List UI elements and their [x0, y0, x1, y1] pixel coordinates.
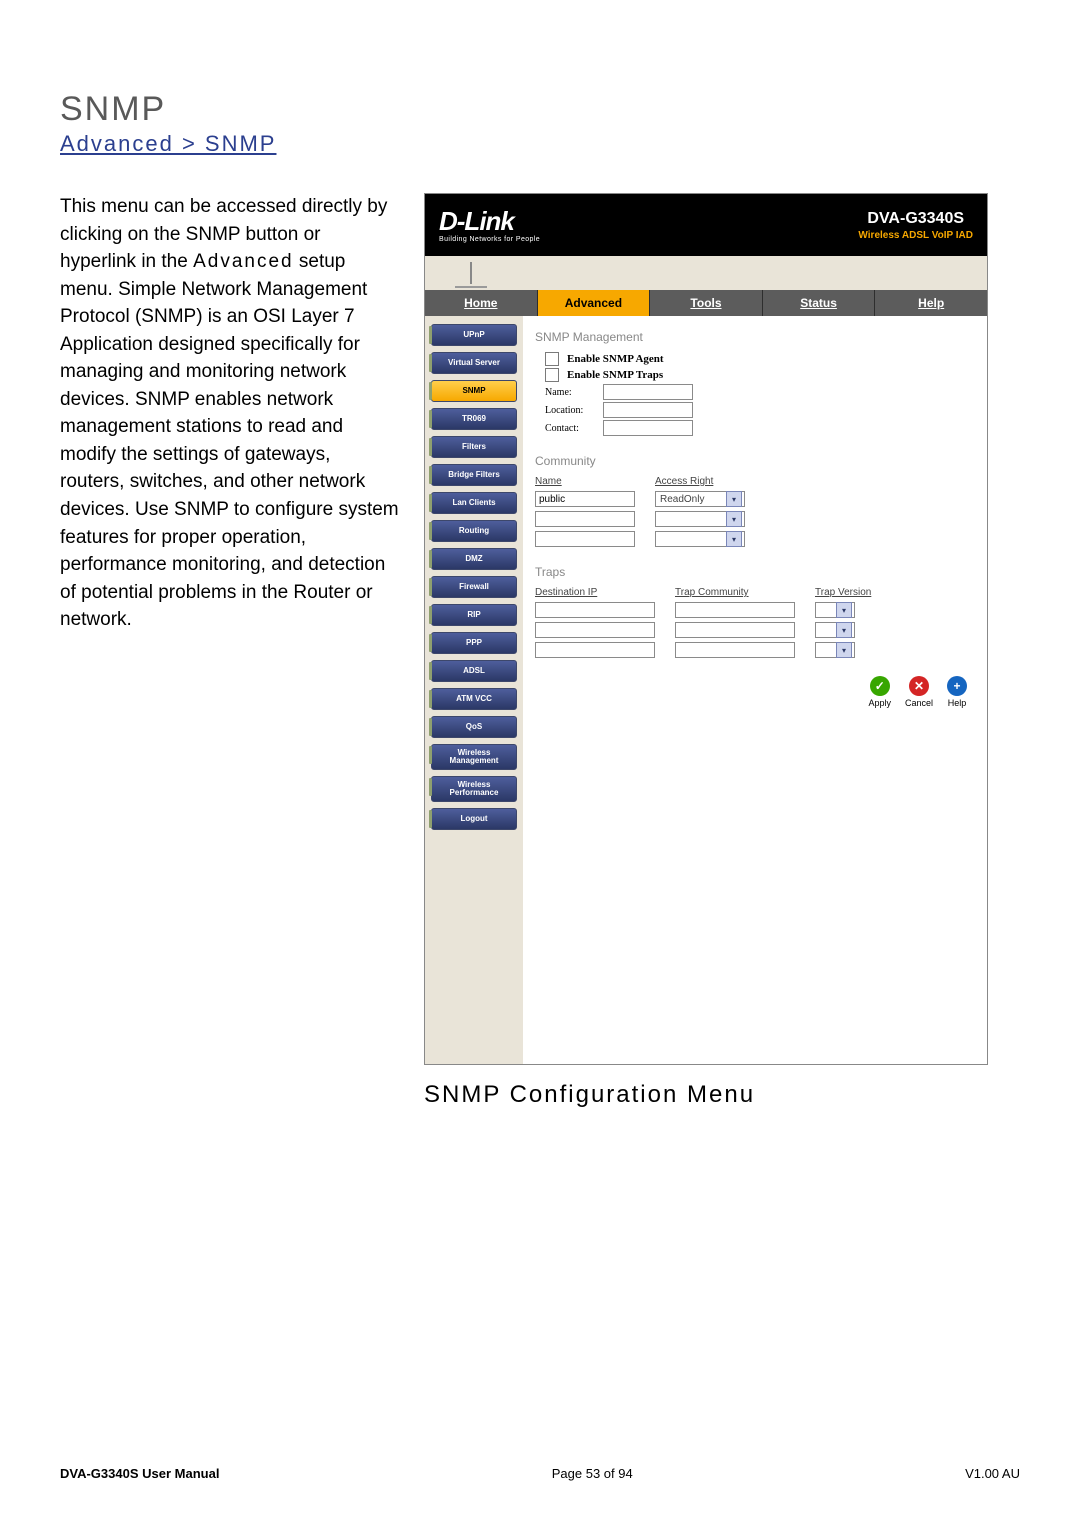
tab-help[interactable]: Help [875, 290, 987, 316]
antenna-decoration [425, 256, 987, 290]
trap-dest-0[interactable] [535, 602, 655, 618]
traps-header-dest: Destination IP [535, 587, 655, 598]
brand-tagline: Building Networks for People [439, 236, 540, 243]
section-traps: Traps [535, 565, 975, 579]
sidebar-item-bridge-filters[interactable]: Bridge Filters [431, 464, 517, 486]
community-name-2[interactable] [535, 531, 635, 547]
breadcrumb: Advanced > SNMP [60, 131, 1020, 157]
sidebar-item-atm-vcc[interactable]: ATM VCC [431, 688, 517, 710]
enable-snmp-agent-label: Enable SNMP Agent [567, 353, 664, 365]
description-text: This menu can be accessed directly by cl… [60, 193, 400, 634]
router-screenshot: D-Link Building Networks for People DVA-… [424, 193, 988, 1065]
cancel-button[interactable]: ✕ Cancel [905, 676, 933, 708]
desc-part-b: setup menu. Simple Network Management Pr… [60, 251, 399, 630]
tab-advanced[interactable]: Advanced [538, 290, 651, 316]
router-header: D-Link Building Networks for People DVA-… [425, 194, 987, 256]
trap-comm-1[interactable] [675, 622, 795, 638]
trap-ver-0[interactable]: ▾ [815, 602, 855, 618]
sidebar-item-ppp[interactable]: PPP [431, 632, 517, 654]
chevron-down-icon: ▾ [836, 622, 852, 638]
traps-header-comm: Trap Community [675, 587, 795, 598]
trap-dest-2[interactable] [535, 642, 655, 658]
chevron-down-icon: ▾ [726, 531, 742, 547]
sidebar-item-filters[interactable]: Filters [431, 436, 517, 458]
brand-name: D-Link [439, 208, 540, 234]
contact-input[interactable] [603, 420, 693, 436]
help-button[interactable]: + Help [947, 676, 967, 708]
sidebar-item-wireless-management[interactable]: Wireless Management [431, 744, 517, 770]
product-model: DVA-G3340S [858, 210, 973, 228]
help-label: Help [948, 698, 967, 708]
page-title: SNMP [60, 90, 1020, 129]
section-snmp-mgmt: SNMP Management [535, 330, 975, 344]
contact-label: Contact: [545, 423, 597, 434]
sidebar-item-tr069[interactable]: TR069 [431, 408, 517, 430]
footer-left: DVA-G3340S User Manual [60, 1466, 219, 1481]
sidebar-item-virtual-server[interactable]: Virtual Server [431, 352, 517, 374]
sidebar-item-dmz[interactable]: DMZ [431, 548, 517, 570]
footer-right: V1.00 AU [965, 1466, 1020, 1481]
community-name-1[interactable] [535, 511, 635, 527]
tab-status[interactable]: Status [763, 290, 876, 316]
sidebar-item-lan-clients[interactable]: Lan Clients [431, 492, 517, 514]
product-label: DVA-G3340S Wireless ADSL VoIP IAD [858, 210, 973, 241]
figure-caption: SNMP Configuration Menu [424, 1081, 988, 1109]
sidebar-item-rip[interactable]: RIP [431, 604, 517, 626]
location-input[interactable] [603, 402, 693, 418]
page-footer: DVA-G3340S User Manual Page 53 of 94 V1.… [60, 1466, 1020, 1481]
location-label: Location: [545, 405, 597, 416]
section-community: Community [535, 454, 975, 468]
community-header-access: Access Right [655, 476, 745, 487]
sidebar: UPnP Virtual Server SNMP TR069 Filters B… [425, 316, 523, 1064]
sidebar-item-qos[interactable]: QoS [431, 716, 517, 738]
sidebar-item-adsl[interactable]: ADSL [431, 660, 517, 682]
traps-header-ver: Trap Version [815, 587, 885, 598]
community-access-2[interactable]: ▾ [655, 531, 745, 547]
brand-logo: D-Link Building Networks for People [439, 208, 540, 243]
community-header-name: Name [535, 476, 635, 487]
tab-home[interactable]: Home [425, 290, 538, 316]
chevron-down-icon: ▾ [726, 511, 742, 527]
content-pane: SNMP Management Enable SNMP Agent Enable… [523, 316, 987, 1064]
sidebar-item-snmp[interactable]: SNMP [431, 380, 517, 402]
check-icon: ✓ [870, 676, 890, 696]
sidebar-item-upnp[interactable]: UPnP [431, 324, 517, 346]
desc-menu-word: Advanced [193, 251, 294, 272]
footer-center: Page 53 of 94 [552, 1466, 633, 1481]
enable-snmp-traps-checkbox[interactable] [545, 368, 559, 382]
cancel-label: Cancel [905, 698, 933, 708]
enable-snmp-agent-checkbox[interactable] [545, 352, 559, 366]
community-name-0[interactable] [535, 491, 635, 507]
sidebar-item-wireless-performance[interactable]: Wireless Performance [431, 776, 517, 802]
trap-comm-0[interactable] [675, 602, 795, 618]
trap-ver-2[interactable]: ▾ [815, 642, 855, 658]
sidebar-item-logout[interactable]: Logout [431, 808, 517, 830]
apply-button[interactable]: ✓ Apply [868, 676, 891, 708]
product-tagline: Wireless ADSL VoIP IAD [858, 230, 973, 241]
chevron-down-icon: ▾ [726, 491, 742, 507]
close-icon: ✕ [909, 676, 929, 696]
chevron-down-icon: ▾ [836, 642, 852, 658]
name-label: Name: [545, 387, 597, 398]
enable-snmp-traps-label: Enable SNMP Traps [567, 369, 663, 381]
trap-ver-1[interactable]: ▾ [815, 622, 855, 638]
screenshot-column: D-Link Building Networks for People DVA-… [424, 193, 988, 1109]
antenna-icon [455, 258, 487, 288]
apply-label: Apply [868, 698, 891, 708]
trap-comm-2[interactable] [675, 642, 795, 658]
tab-tools[interactable]: Tools [650, 290, 763, 316]
trap-dest-1[interactable] [535, 622, 655, 638]
chevron-down-icon: ▾ [836, 602, 852, 618]
plus-icon: + [947, 676, 967, 696]
sidebar-item-firewall[interactable]: Firewall [431, 576, 517, 598]
top-tabs: Home Advanced Tools Status Help [425, 290, 987, 316]
community-access-0[interactable]: ReadOnly▾ [655, 491, 745, 507]
sidebar-item-routing[interactable]: Routing [431, 520, 517, 542]
community-access-1[interactable]: ▾ [655, 511, 745, 527]
name-input[interactable] [603, 384, 693, 400]
